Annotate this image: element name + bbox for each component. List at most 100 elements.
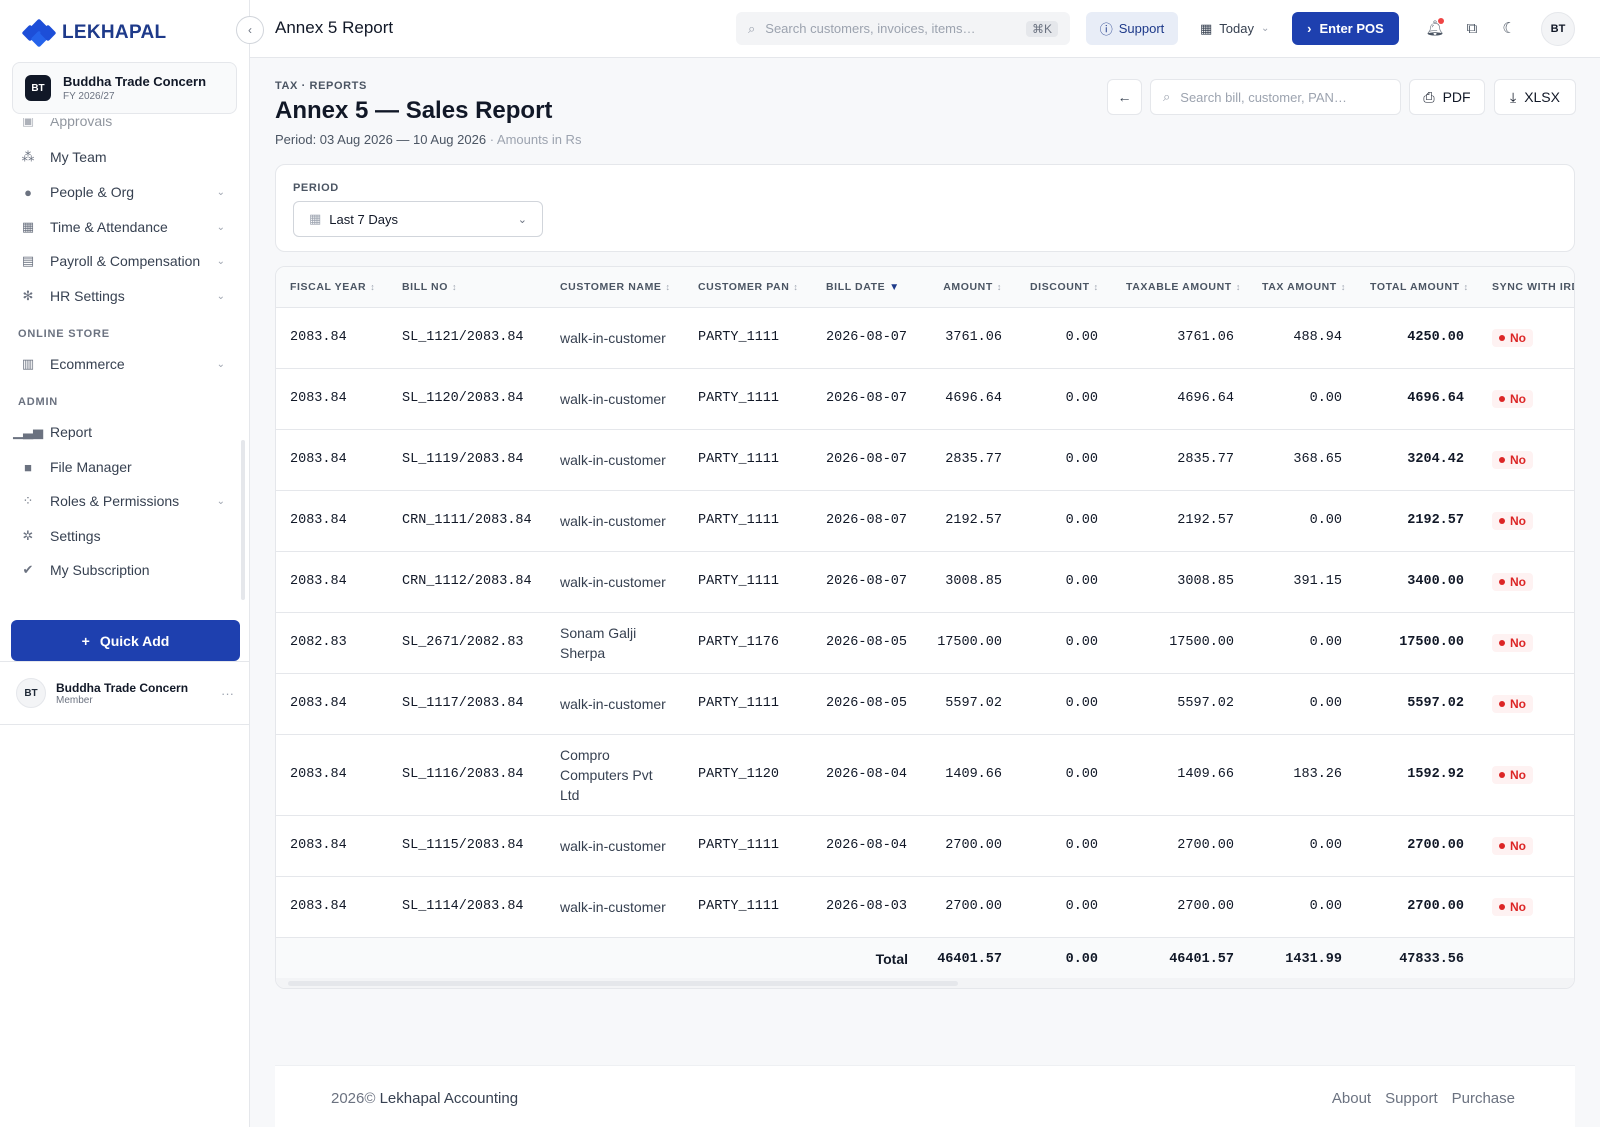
table-total-row: Total 46401.57 0.00 46401.57 1431.99 47833.56: [276, 937, 1574, 981]
col-discount[interactable]: DISCOUNT ↕: [1016, 267, 1112, 308]
cell-total-amount: 1592.92: [1356, 734, 1478, 816]
collapse-sidebar-button[interactable]: ‹: [236, 16, 264, 44]
status-dot-icon: [1499, 700, 1505, 707]
col-fiscal-year[interactable]: FISCAL YEAR ↕: [276, 267, 388, 308]
sidebar-item-ecommerce[interactable]: ▥ Ecommerce ⌄: [20, 351, 225, 377]
table-row[interactable]: 2083.84 SL_1121/2083.84 walk-in-customer PA…: [276, 307, 1574, 369]
cell-bill-no: CRN_1111/2083.84: [388, 490, 546, 552]
status-badge: No: [1492, 897, 1533, 916]
table-row[interactable]: 2083.84 SL_1117/2083.84 walk-in-customer PA…: [276, 673, 1574, 735]
external-link-icon[interactable]: ⧉: [1462, 18, 1482, 38]
table-horizontal-scrollbar[interactable]: [276, 978, 1574, 988]
table-row[interactable]: 2083.84 SL_1119/2083.84 walk-in-customer PA…: [276, 429, 1574, 491]
table-row[interactable]: 2083.84 CRN_1111/2083.84 walk-in-customer P…: [276, 490, 1574, 552]
sidebar-item-report[interactable]: ▁▃▅ Report: [13, 419, 225, 445]
total-sync-empty: [1478, 937, 1574, 981]
more-icon[interactable]: ···: [221, 686, 234, 701]
cell-sync-ird: No: [1478, 734, 1574, 816]
xlsx-button[interactable]: ⤓ XLSX: [1494, 79, 1576, 115]
total-amount: 46401.57: [922, 937, 1016, 981]
col-total-amount[interactable]: TOTAL AMOUNT ↕: [1356, 267, 1478, 308]
avatar: BT: [16, 678, 46, 708]
sidebar-item-my-team[interactable]: ⁂ My Team: [20, 144, 225, 170]
col-taxable-amount[interactable]: TAXABLE AMOUNT ↕: [1112, 267, 1248, 308]
user-menu[interactable]: BT Buddha Trade Concern Member ···: [0, 661, 250, 725]
period-select[interactable]: ▦ Last 7 Days ⌄: [293, 201, 543, 237]
sidebar-item-roles[interactable]: ⁘ Roles & Permissions ⌄: [20, 488, 225, 514]
col-bill-no[interactable]: BILL NO ↕: [388, 267, 546, 308]
col-bill-date[interactable]: BILL DATE ▼: [812, 267, 922, 308]
cell-taxable-amount: 2700.00: [1112, 815, 1248, 877]
status-badge: No: [1492, 836, 1533, 855]
cell-bill-date: 2026-08-07: [812, 551, 922, 613]
chevron-down-icon: ⌄: [216, 255, 225, 267]
cell-taxable-amount: 17500.00: [1112, 612, 1248, 674]
date-range-dropdown[interactable]: ▦ Today ⌄: [1200, 12, 1269, 45]
col-customer-name[interactable]: CUSTOMER NAME ↕: [546, 267, 684, 308]
footer-link-purchase[interactable]: Purchase: [1452, 1090, 1515, 1107]
total-label: Total: [276, 937, 922, 981]
cell-amount: 3761.06: [922, 307, 1016, 369]
status-label: No: [1510, 696, 1526, 711]
pdf-button[interactable]: ⎙ PDF: [1409, 79, 1485, 115]
enter-pos-button[interactable]: › Enter POS: [1292, 12, 1399, 45]
status-badge: No: [1492, 694, 1533, 713]
bill-search-input[interactable]: ⌕ Search bill, customer, PAN…: [1150, 79, 1401, 115]
chevron-down-icon: ⌄: [216, 358, 225, 370]
pdf-label: PDF: [1442, 89, 1471, 105]
cell-taxable-amount: 3761.06: [1112, 307, 1248, 369]
bill-search-placeholder: Search bill, customer, PAN…: [1180, 89, 1347, 105]
sidebar-item-settings[interactable]: ✲ Settings: [20, 523, 225, 549]
sidebar-item-people-org[interactable]: ● People & Org ⌄: [20, 179, 225, 205]
cell-customer-pan: PARTY_1111: [684, 490, 812, 552]
sidebar-item-subscription[interactable]: ✔ My Subscription: [20, 557, 225, 583]
cell-discount: 0.00: [1016, 429, 1112, 491]
sidebar-item-label: My Team: [50, 149, 107, 165]
quick-add-button[interactable]: + Quick Add: [11, 620, 240, 661]
cell-customer-pan: PARTY_1120: [684, 734, 812, 816]
table-row[interactable]: 2083.84 SL_1116/2083.84 Compro Computers P…: [276, 734, 1574, 816]
org-switcher[interactable]: BT Buddha Trade Concern FY 2026/27: [12, 62, 237, 114]
table-row[interactable]: 2083.84 SL_1115/2083.84 walk-in-customer PA…: [276, 815, 1574, 877]
footer-link-about[interactable]: About: [1332, 1090, 1371, 1107]
sidebar-item-payroll[interactable]: ▤ Payroll & Compensation ⌄: [20, 248, 225, 274]
col-customer-pan[interactable]: CUSTOMER PAN ↕: [684, 267, 812, 308]
notification-dot: [1438, 18, 1444, 24]
total-taxable: 46401.57: [1112, 937, 1248, 981]
cell-bill-date: 2026-08-04: [812, 734, 922, 816]
table-row[interactable]: 2083.84 CRN_1112/2083.84 walk-in-customer P…: [276, 551, 1574, 613]
footer-link-support[interactable]: Support: [1385, 1090, 1438, 1107]
back-button[interactable]: ←: [1107, 79, 1142, 115]
sidebar-item-hr-settings[interactable]: ✻ HR Settings ⌄: [20, 283, 225, 309]
col-tax-amount[interactable]: TAX AMOUNT ↕: [1248, 267, 1356, 308]
status-badge: No: [1492, 328, 1533, 347]
col-sync-ird[interactable]: SYNC WITH IRD: [1478, 267, 1574, 308]
sidebar-item-file-manager[interactable]: ■ File Manager: [20, 454, 225, 480]
avatar[interactable]: BT: [1541, 12, 1575, 46]
cell-customer-name: walk-in-customer: [546, 673, 684, 735]
global-search-input[interactable]: ⌕ Search customers, invoices, items… ⌘K: [736, 12, 1070, 45]
sales-table-card: FISCAL YEAR ↕ BILL NO ↕ CUSTOMER NAME ↕ CUS…: [275, 266, 1575, 989]
cell-amount: 5597.02: [922, 673, 1016, 735]
status-label: No: [1510, 452, 1526, 467]
cell-amount: 4696.64: [922, 368, 1016, 430]
period-label: PERIOD: [293, 182, 339, 194]
cell-discount: 0.00: [1016, 815, 1112, 877]
moon-icon[interactable]: ☾: [1499, 18, 1519, 38]
table-row[interactable]: 2082.83 SL_2671/2082.83 Sonam Galji Sherpa…: [276, 612, 1574, 674]
sidebar-item-approvals[interactable]: ▣ Approvals: [20, 118, 225, 134]
table-row[interactable]: 2083.84 SL_1114/2083.84 walk-in-customer PA…: [276, 876, 1574, 938]
support-button[interactable]: ⓘ Support: [1086, 12, 1178, 45]
bell-icon[interactable]: 🔔︎: [1425, 18, 1445, 38]
cell-taxable-amount: 4696.64: [1112, 368, 1248, 430]
col-amount[interactable]: AMOUNT ↕: [922, 267, 1016, 308]
brand-logo[interactable]: LEKHAPAL: [21, 18, 166, 48]
sidebar-item-time-attendance[interactable]: ▦ Time & Attendance ⌄: [20, 214, 225, 240]
status-label: No: [1510, 899, 1526, 914]
table-row[interactable]: 2083.84 SL_1120/2083.84 walk-in-customer PA…: [276, 368, 1574, 430]
period-summary: Period: 03 Aug 2026 — 10 Aug 2026 · Amou…: [275, 132, 581, 147]
sidebar-scrollbar[interactable]: [241, 440, 245, 600]
breadcrumb: TAX · REPORTS: [275, 80, 367, 92]
folder-icon: ■: [24, 459, 32, 475]
total-total: 47833.56: [1356, 937, 1478, 981]
